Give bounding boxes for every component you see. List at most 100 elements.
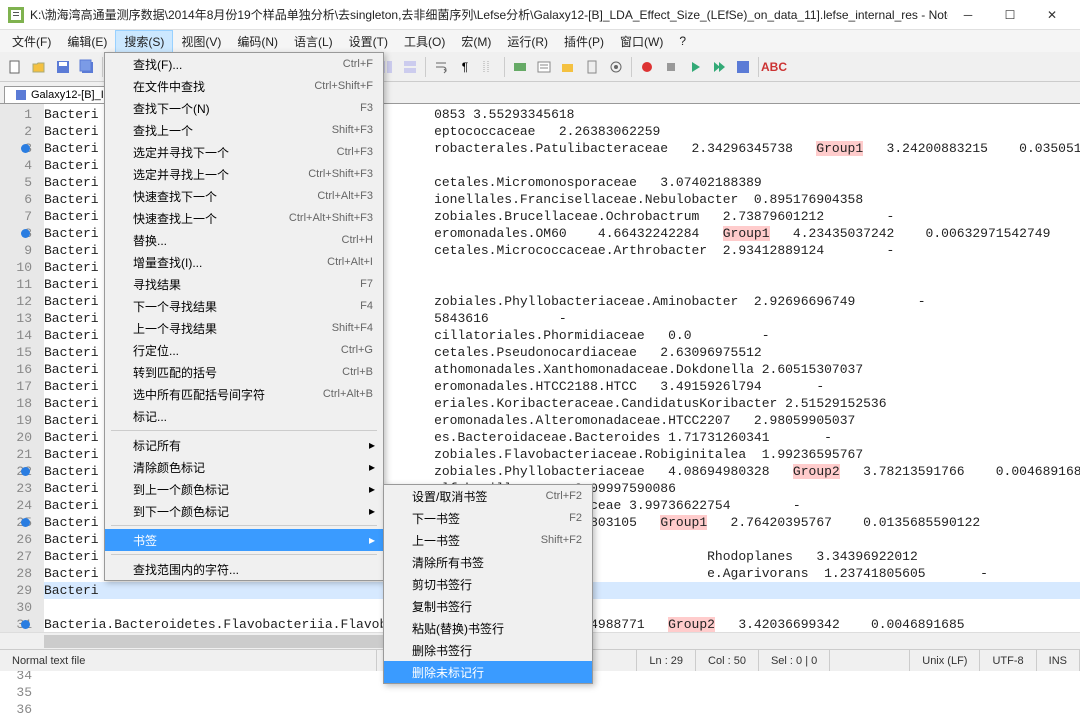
bookmark-submenu: 设置/取消书签Ctrl+F2下一书签F2上一书签Shift+F2 清除所有书签剪切… [383, 484, 593, 684]
menu-shortcut: Ctrl+Alt+I [327, 256, 373, 268]
menu-item[interactable]: 快速查找下一个Ctrl+Alt+F3 [105, 185, 383, 207]
bookmark-icon [21, 229, 30, 238]
save-icon[interactable] [52, 56, 74, 78]
menu-item[interactable]: 选定并寻找下一个Ctrl+F3 [105, 141, 383, 163]
menu-separator [111, 430, 377, 431]
menu-item[interactable]: 快速查找上一个Ctrl+Alt+Shift+F3 [105, 207, 383, 229]
menu-shortcut: F7 [360, 278, 373, 290]
submenu-item-label: 清除所有书签 [412, 554, 582, 571]
menu-item[interactable]: 到下一个颜色标记▸ [105, 500, 383, 522]
show-all-icon[interactable]: ¶ [454, 56, 476, 78]
line-number: 35 [0, 684, 32, 701]
submenu-item[interactable]: 剪切书签行 [384, 573, 592, 595]
monitor-icon[interactable] [605, 56, 627, 78]
menu-shortcut: Shift+F3 [332, 124, 373, 136]
folder-tree-icon[interactable] [557, 56, 579, 78]
menu-plugins[interactable]: 插件(P) [556, 31, 612, 52]
menu-file[interactable]: 文件(F) [4, 31, 59, 52]
line-number: 16 [0, 361, 32, 378]
menu-tools[interactable]: 工具(O) [396, 31, 453, 52]
menu-item[interactable]: 替换...Ctrl+H [105, 229, 383, 251]
menu-item-label: 查找范围内的字符... [133, 561, 373, 578]
save-all-icon[interactable] [76, 56, 98, 78]
menu-help[interactable]: ? [671, 32, 694, 50]
line-number: 20 [0, 429, 32, 446]
menu-item[interactable]: 标记所有▸ [105, 434, 383, 456]
minimize-button[interactable]: ─ [948, 1, 988, 29]
menu-item[interactable]: 标记... [105, 405, 383, 427]
menu-item[interactable]: 书签▸ [105, 529, 383, 551]
menu-item-label: 书签 [133, 532, 373, 549]
menu-item[interactable]: 清除颜色标记▸ [105, 456, 383, 478]
submenu-item[interactable]: 复制书签行 [384, 595, 592, 617]
line-number: 1 [0, 106, 32, 123]
menu-item[interactable]: 选中所有匹配括号间字符Ctrl+Alt+B [105, 383, 383, 405]
menu-run[interactable]: 运行(R) [499, 31, 556, 52]
doc-map-icon[interactable] [581, 56, 603, 78]
menu-item[interactable]: 选定并寻找上一个Ctrl+Shift+F3 [105, 163, 383, 185]
submenu-item[interactable]: 下一书签F2 [384, 507, 592, 529]
wrap-icon[interactable] [430, 56, 452, 78]
menu-item[interactable]: 到上一个颜色标记▸ [105, 478, 383, 500]
submenu-item[interactable]: 删除书签行 [384, 639, 592, 661]
menu-item[interactable]: 转到匹配的括号Ctrl+B [105, 361, 383, 383]
submenu-shortcut: F2 [569, 512, 582, 524]
menu-view[interactable]: 视图(V) [173, 31, 229, 52]
line-number: 8 [0, 225, 32, 242]
menu-item[interactable]: 增量查找(I)...Ctrl+Alt+I [105, 251, 383, 273]
menu-shortcut: Ctrl+Shift+F3 [308, 168, 373, 180]
menu-item[interactable]: 寻找结果F7 [105, 273, 383, 295]
menu-settings[interactable]: 设置(T) [341, 31, 396, 52]
submenu-item[interactable]: 粘贴(替换)书签行 [384, 617, 592, 639]
new-file-icon[interactable] [4, 56, 26, 78]
indent-guide-icon[interactable] [478, 56, 500, 78]
menu-edit[interactable]: 编辑(E) [59, 31, 115, 52]
open-file-icon[interactable] [28, 56, 50, 78]
file-icon [15, 89, 27, 101]
play-macro-icon[interactable] [684, 56, 706, 78]
submenu-item[interactable]: 设置/取消书签Ctrl+F2 [384, 485, 592, 507]
menu-item[interactable]: 查找(F)...Ctrl+F [105, 53, 383, 75]
submenu-item[interactable]: 清除所有书签 [384, 551, 592, 573]
close-button[interactable]: ✕ [1032, 1, 1072, 29]
line-number: 36 [0, 701, 32, 718]
menu-window[interactable]: 窗口(W) [612, 31, 671, 52]
line-number: 19 [0, 412, 32, 429]
menu-item-label: 在文件中查找 [133, 78, 314, 95]
line-number: 27 [0, 548, 32, 565]
spellcheck-icon[interactable]: ABC [763, 56, 785, 78]
menu-item[interactable]: 在文件中查找Ctrl+Shift+F [105, 75, 383, 97]
menu-shortcut: Shift+F4 [332, 322, 373, 334]
menu-shortcut: Ctrl+G [341, 344, 373, 356]
menu-item[interactable]: 查找上一个Shift+F3 [105, 119, 383, 141]
maximize-button[interactable]: ☐ [990, 1, 1030, 29]
group-highlight: Group1 [723, 226, 770, 241]
func-list-icon[interactable] [533, 56, 555, 78]
menu-shortcut: Ctrl+Shift+F [314, 80, 373, 92]
menu-item[interactable]: 查找下一个(N)F3 [105, 97, 383, 119]
menu-item[interactable]: 行定位...Ctrl+G [105, 339, 383, 361]
menu-shortcut: Ctrl+Alt+Shift+F3 [289, 212, 373, 224]
record-macro-icon[interactable] [636, 56, 658, 78]
menu-macro[interactable]: 宏(M) [453, 31, 499, 52]
submenu-item[interactable]: 上一书签Shift+F2 [384, 529, 592, 551]
line-number: 14 [0, 327, 32, 344]
submenu-shortcut: Shift+F2 [541, 534, 582, 546]
menu-item[interactable]: 下一个寻找结果F4 [105, 295, 383, 317]
submenu-item[interactable]: 删除未标记行 [384, 661, 592, 683]
play-multi-icon[interactable] [708, 56, 730, 78]
menu-item[interactable]: 上一个寻找结果Shift+F4 [105, 317, 383, 339]
menu-item-label: 增量查找(I)... [133, 254, 327, 271]
menu-search[interactable]: 搜索(S) [115, 30, 173, 53]
stop-macro-icon[interactable] [660, 56, 682, 78]
save-macro-icon[interactable] [732, 56, 754, 78]
sync-h-icon[interactable] [399, 56, 421, 78]
menu-language[interactable]: 语言(L) [286, 31, 341, 52]
lang-icon[interactable] [509, 56, 531, 78]
app-icon [8, 7, 24, 23]
file-tab[interactable]: Galaxy12-[B]_I [4, 86, 115, 103]
line-number: 13 [0, 310, 32, 327]
status-col: Col : 50 [696, 650, 759, 671]
menu-encoding[interactable]: 编码(N) [229, 31, 286, 52]
menu-item[interactable]: 查找范围内的字符... [105, 558, 383, 580]
